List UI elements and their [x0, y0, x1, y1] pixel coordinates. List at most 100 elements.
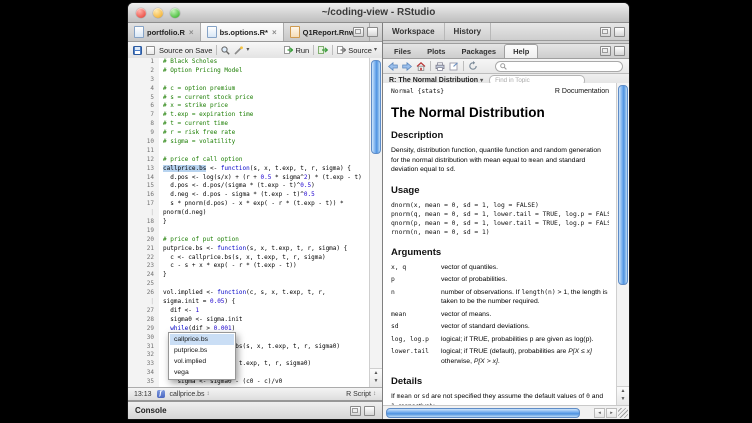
tab-bs-options[interactable]: bs.options.R* × [201, 23, 284, 41]
code-line[interactable]: 34 [128, 369, 382, 378]
search-icon[interactable] [221, 46, 230, 55]
run-button[interactable]: Run [284, 46, 309, 55]
scroll-up-icon[interactable]: ▲ [617, 387, 629, 395]
code-line[interactable]: 20# price of put option [128, 236, 382, 245]
text-segment: # r = risk free rate [163, 129, 235, 136]
editor-vertical-scrollbar[interactable]: ▲ ▼ [369, 58, 382, 388]
maximize-pane-icon[interactable] [367, 27, 378, 37]
code-line[interactable]: |sigma.init = 0.05) { [128, 298, 382, 307]
titlebar[interactable]: ~/coding-view - RStudio [128, 3, 629, 23]
file-type-selector[interactable]: R Script ↕ [346, 391, 376, 398]
scrollbar-thumb[interactable] [371, 60, 381, 154]
refresh-icon[interactable] [468, 61, 478, 71]
tab-files[interactable]: Files [386, 45, 419, 58]
tab-help[interactable]: Help [504, 44, 538, 58]
code-line[interactable]: 10# sigma = volatility [128, 138, 382, 147]
console-pane-header[interactable]: Console [128, 402, 382, 419]
tab-packages[interactable]: Packages [453, 45, 504, 58]
help-search-input[interactable] [495, 61, 623, 72]
scope-selector[interactable]: callprice.bs ↕ [170, 391, 210, 398]
code-line[interactable]: 14 d.pos <- log(s/x) + (r + 0.5 * sigma^… [128, 174, 382, 183]
code-line[interactable]: 11 [128, 147, 382, 156]
rerun-button[interactable] [318, 46, 328, 54]
code-line[interactable]: |pnorm(d.neg) [128, 209, 382, 218]
minimize-window-button[interactable] [153, 8, 163, 18]
scroll-right-icon[interactable]: ▸ [606, 408, 617, 418]
close-window-button[interactable] [136, 8, 146, 18]
minimize-pane-icon[interactable] [600, 46, 611, 56]
text-segment: vector of quantiles. [441, 264, 498, 271]
code-line[interactable]: 26vol.implied <- function(c, s, x, t.exp… [128, 289, 382, 298]
code-line[interactable]: 27 dif <- 1 [128, 307, 382, 316]
code-line[interactable]: 31 c0 <- callprice.bs(s, x, t.exp, t, r,… [128, 343, 382, 352]
scroll-left-icon[interactable]: ◂ [594, 408, 605, 418]
code-line[interactable]: 21putprice.bs <- function(s, x, t.exp, t… [128, 245, 382, 254]
code-line[interactable]: 23 c - s + x * exp( - r * (t.exp - t)) [128, 262, 382, 271]
tab-history[interactable]: History [445, 23, 492, 40]
tab-workspace[interactable]: Workspace [383, 23, 445, 40]
code-line[interactable]: 6# x = strike price [128, 102, 382, 111]
source-on-save-checkbox[interactable] [146, 46, 155, 55]
scrollbar-thumb[interactable] [386, 408, 580, 418]
code-line[interactable]: 9# r = risk free rate [128, 129, 382, 138]
maximize-pane-icon[interactable] [614, 27, 625, 37]
source-button[interactable]: Source ▾ [337, 46, 377, 55]
code-line[interactable]: 2# Option Pricing Model [128, 67, 382, 76]
resize-grip[interactable] [618, 408, 628, 418]
home-icon[interactable] [416, 62, 426, 71]
scroll-down-icon[interactable]: ▼ [617, 395, 629, 403]
save-icon[interactable] [133, 46, 142, 55]
code-line[interactable]: 8# t = current time [128, 120, 382, 129]
code-line[interactable]: 4# c = option premium [128, 85, 382, 94]
forward-icon[interactable] [402, 62, 412, 71]
minimize-pane-icon[interactable] [600, 27, 611, 37]
code-editor[interactable]: 1# Black Scholes2# Option Pricing Model3… [128, 58, 382, 388]
maximize-pane-icon[interactable] [614, 46, 625, 56]
code-line[interactable]: 22 c <- callprice.bs(s, x, t.exp, t, r, … [128, 254, 382, 263]
autocomplete-item[interactable]: callprice.bs [170, 334, 234, 345]
open-in-new-window-icon[interactable] [449, 62, 459, 71]
code-line[interactable]: 3 [128, 76, 382, 85]
code-line[interactable]: 12# price of call option [128, 156, 382, 165]
tab-plots[interactable]: Plots [419, 45, 453, 58]
code-line[interactable]: 30 { [128, 334, 382, 343]
code-line[interactable]: 16 d.neg <- d.pos - sigma * (t.exp - t)^… [128, 191, 382, 200]
code-line[interactable]: 13callprice.bs <- function(s, x, t.exp, … [128, 165, 382, 174]
scrollbar-thumb[interactable] [618, 85, 628, 285]
code-line[interactable]: 15 d.pos <- d.pos/(sigma * (t.exp - t)^0… [128, 182, 382, 191]
code-line[interactable]: 33 v0 <- vega(s, x, t.exp, t, r, sigma0) [128, 360, 382, 369]
print-icon[interactable] [435, 62, 445, 71]
zoom-window-button[interactable] [170, 8, 180, 18]
scrollbar-arrows[interactable]: ▲ ▼ [370, 368, 382, 388]
minimize-pane-icon[interactable] [353, 27, 364, 37]
code-line[interactable]: 25 [128, 280, 382, 289]
code-line[interactable]: 29 while(dif > 0.001) [128, 325, 382, 334]
code-tools-button[interactable]: ▾ [234, 46, 249, 55]
code-line[interactable]: 24} [128, 271, 382, 280]
scrollbar-arrows[interactable]: ▲ ▼ [617, 386, 629, 406]
maximize-pane-icon[interactable] [364, 406, 375, 416]
help-vertical-scrollbar[interactable]: ▲ ▼ [616, 83, 629, 406]
code-line[interactable]: 17 s * pnorm(d.pos) - x * exp( - r * (t.… [128, 200, 382, 209]
code-line[interactable]: 28 sigma0 <- sigma.init [128, 316, 382, 325]
close-tab-icon[interactable]: × [189, 28, 194, 37]
tab-portfolio[interactable]: portfolio.R × [128, 23, 201, 41]
autocomplete-item[interactable]: vega [170, 367, 234, 378]
back-icon[interactable] [388, 62, 398, 71]
code-line[interactable]: 32 [128, 351, 382, 360]
minimize-pane-icon[interactable] [350, 406, 361, 416]
scroll-up-icon[interactable]: ▲ [370, 369, 382, 377]
close-tab-icon[interactable]: × [272, 28, 277, 37]
autocomplete-item[interactable]: putprice.bs [170, 345, 234, 356]
help-horizontal-scrollbar[interactable]: ◂ ▸ [383, 405, 629, 419]
code-line[interactable]: 19 [128, 227, 382, 236]
code-line[interactable]: 5# s = current stock price [128, 94, 382, 103]
autocomplete-item[interactable]: vol.implied [170, 356, 234, 367]
code-line[interactable]: 7# t.exp = expiration time [128, 111, 382, 120]
code-line[interactable]: 35 sigma <- sigma0 - (c0 - c)/v0 [128, 378, 382, 387]
line-number: 25 [128, 280, 159, 289]
line-number: 27 [128, 307, 159, 316]
scroll-down-icon[interactable]: ▼ [370, 377, 382, 385]
code-line[interactable]: 18} [128, 218, 382, 227]
code-line[interactable]: 1# Black Scholes [128, 58, 382, 67]
